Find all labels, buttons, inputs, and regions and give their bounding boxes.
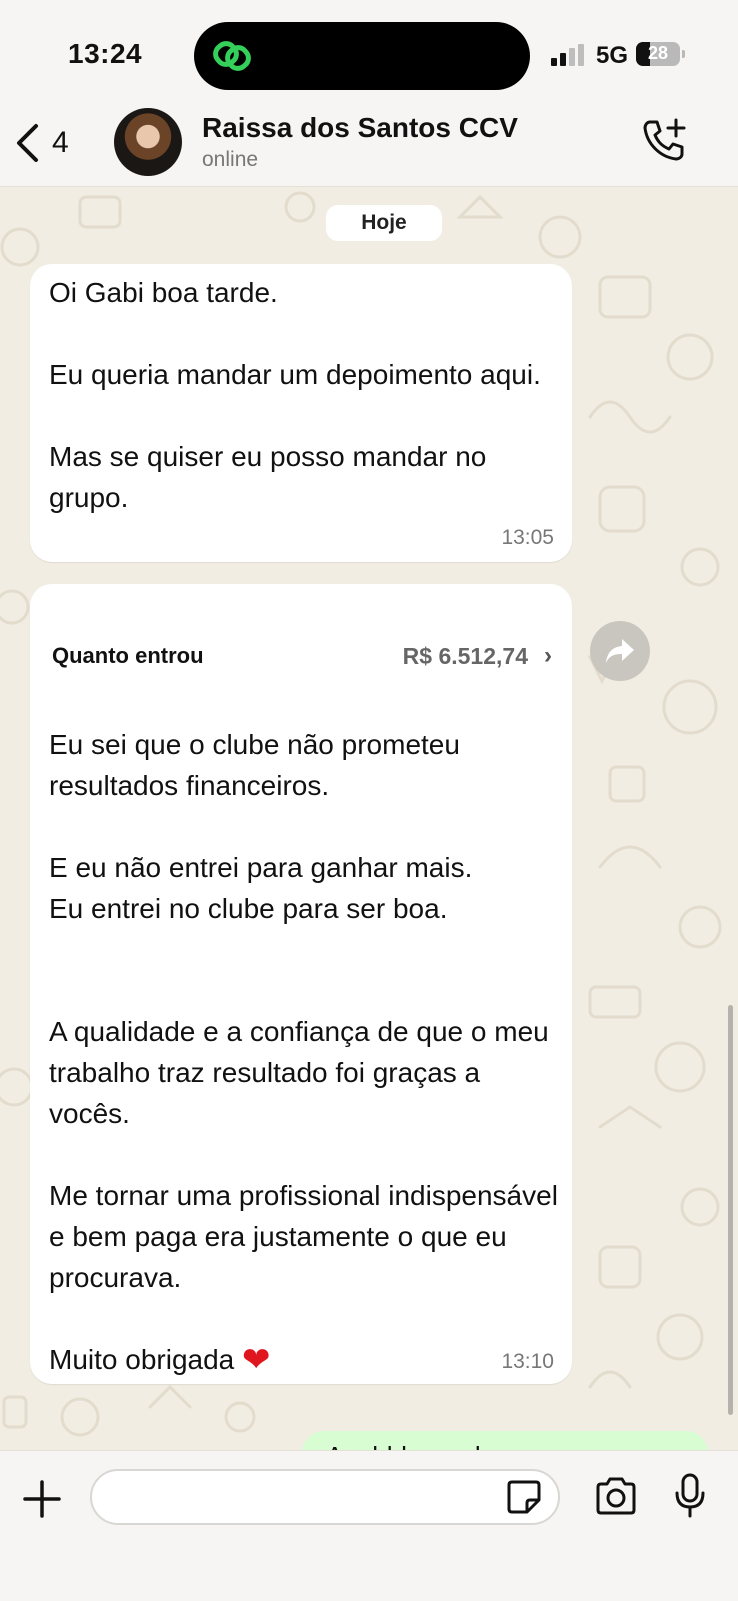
message-text: Eu sei que o clube não prometeu resultad… xyxy=(49,724,559,1381)
avatar[interactable] xyxy=(114,108,182,176)
signal-icon xyxy=(551,44,584,66)
scrollbar[interactable] xyxy=(728,1005,733,1415)
microphone-icon[interactable] xyxy=(674,1473,706,1519)
input-bar xyxy=(0,1450,738,1601)
status-time: 13:24 xyxy=(68,38,143,69)
unread-count: 4 xyxy=(52,126,69,159)
forward-icon xyxy=(606,639,634,663)
heart-emoji: ❤ xyxy=(242,1341,271,1379)
outgoing-message[interactable]: Aaahhh parabens xyxy=(302,1431,708,1450)
message-time: 13:10 xyxy=(501,1350,554,1373)
incoming-message[interactable]: Quanto entrou R$ 6.512,74 › Eu sei que o… xyxy=(30,584,572,1384)
dynamic-island xyxy=(194,22,530,90)
contact-name[interactable]: Raissa dos Santos CCV xyxy=(202,112,518,144)
add-call-icon[interactable] xyxy=(640,116,688,164)
message-time: 13:05 xyxy=(501,526,554,549)
chat-area[interactable]: Hoje Oi Gabi boa tarde. Eu queria mandar… xyxy=(0,187,738,1450)
back-button[interactable]: 4 xyxy=(14,120,84,166)
payment-label: Quanto entrou xyxy=(52,643,204,668)
chevron-left-icon xyxy=(17,124,38,162)
status-bar: 13:24 5G 28 xyxy=(0,0,738,100)
battery-level: 28 xyxy=(647,43,669,63)
message-input[interactable] xyxy=(90,1469,560,1525)
date-separator: Hoje xyxy=(326,205,442,241)
payment-value: R$ 6.512,74 xyxy=(402,642,528,669)
sticker-icon[interactable] xyxy=(506,1479,542,1515)
incoming-message[interactable]: Oi Gabi boa tarde. Eu queria mandar um d… xyxy=(30,264,572,562)
battery-icon: 28 xyxy=(636,42,685,66)
message-body: Eu sei que o clube não prometeu resultad… xyxy=(49,729,558,1375)
plus-icon[interactable] xyxy=(22,1479,62,1519)
camera-icon[interactable] xyxy=(594,1477,638,1515)
chevron-right-icon: › xyxy=(544,642,552,669)
chat-header: 4 Raissa dos Santos CCV online xyxy=(0,100,738,187)
link-activity-icon xyxy=(213,41,251,71)
network-type: 5G xyxy=(596,42,629,69)
payment-summary[interactable]: Quanto entrou R$ 6.512,74 › xyxy=(52,636,552,676)
message-text: Aaahhh parabens xyxy=(326,1441,531,1450)
forward-button[interactable] xyxy=(590,621,650,681)
contact-status: online xyxy=(202,148,259,171)
message-text: Oi Gabi boa tarde. Eu queria mandar um d… xyxy=(49,277,541,513)
